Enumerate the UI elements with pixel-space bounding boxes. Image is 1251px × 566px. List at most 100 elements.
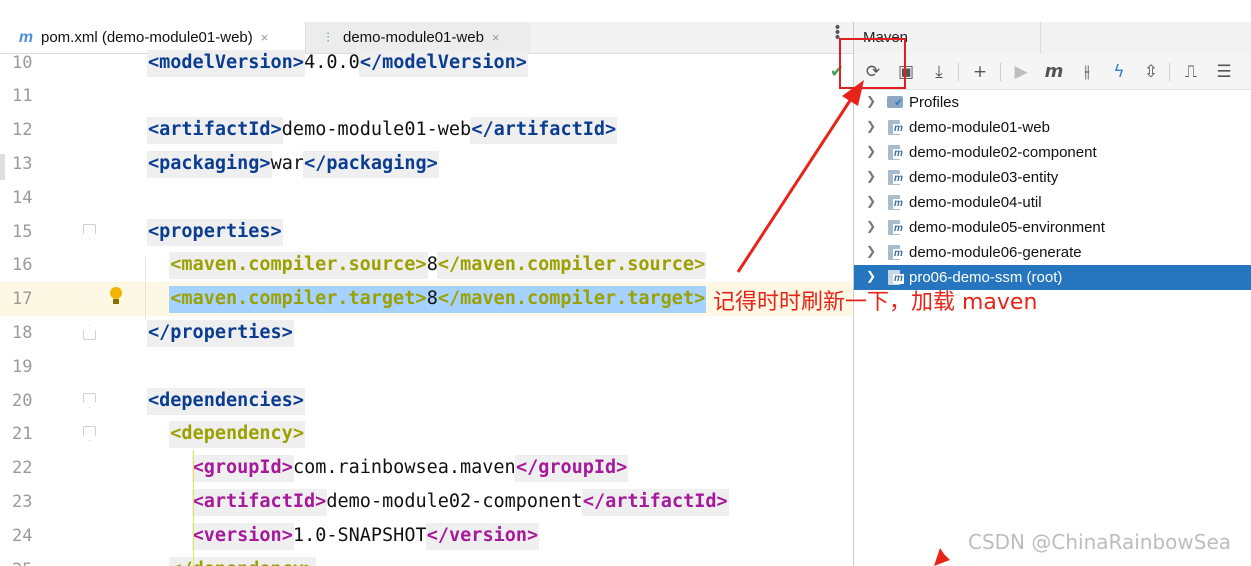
- chevron-right-icon[interactable]: ❯: [866, 244, 876, 258]
- code-line[interactable]: 23 <artifactId> demo-module02-component </a…: [0, 485, 852, 519]
- line-number: 23: [12, 492, 33, 512]
- line-number: 21: [12, 424, 33, 444]
- indent-guide: [193, 450, 194, 566]
- maven-module-icon: [886, 194, 904, 211]
- xml-value: 4.0.0: [304, 52, 360, 73]
- code-line[interactable]: 16 <maven.compiler.source> 8 </maven.compil…: [0, 248, 852, 282]
- code-line[interactable]: 12 <artifactId> demo-module01-web </artifac…: [0, 113, 852, 147]
- xml-tag: <dependencies>: [148, 390, 304, 411]
- tree-node-label: demo-module06-generate: [909, 244, 1082, 261]
- xml-tag: <maven.compiler.source>: [170, 254, 427, 275]
- tree-node-module[interactable]: ❯ demo-module06-generate: [854, 240, 1251, 265]
- xml-tag: </artifactId>: [582, 491, 728, 512]
- code-line[interactable]: 25</dependency>: [0, 553, 852, 566]
- fold-marker-icon[interactable]: [83, 224, 96, 239]
- chevron-right-icon[interactable]: ❯: [866, 194, 876, 208]
- code-line[interactable]: 21 <dependency>: [0, 417, 852, 451]
- maven-module-icon: [886, 144, 904, 161]
- indent-guide: [145, 257, 146, 319]
- xml-tag: <version>: [192, 525, 293, 546]
- chevron-right-icon[interactable]: ❯: [866, 144, 876, 158]
- toolbar-separator: [958, 63, 959, 81]
- xml-tag: <dependency>: [170, 423, 304, 444]
- xml-value: war: [270, 153, 305, 174]
- xml-tag: </groupId>: [515, 457, 628, 478]
- chevron-right-icon[interactable]: ❯: [866, 94, 876, 108]
- xml-tag: </properties>: [148, 322, 293, 343]
- xml-tag: <artifactId>: [148, 119, 282, 140]
- tree-node-module[interactable]: ❯ demo-module04-util: [854, 190, 1251, 215]
- run-icon[interactable]: ▶: [1008, 58, 1034, 86]
- tree-node-label: demo-module05-environment: [909, 219, 1105, 236]
- code-line[interactable]: 22 <groupId> com.rainbowsea.maven </groupId…: [0, 451, 852, 485]
- maven-module-icon: [886, 119, 904, 136]
- toolbar-separator: [1000, 63, 1001, 81]
- xml-value: com.rainbowsea.maven: [292, 457, 516, 478]
- chevron-right-icon[interactable]: ❯: [866, 219, 876, 233]
- tree-node-module[interactable]: ❯ demo-module05-environment: [854, 215, 1251, 240]
- analyze-dependencies-icon[interactable]: ⎍: [1178, 58, 1204, 86]
- line-number: 15: [12, 222, 33, 242]
- line-number: 17: [12, 289, 33, 309]
- tree-node-module[interactable]: ❯ demo-module02-component: [854, 140, 1251, 165]
- tree-node-label: demo-module01-web: [909, 119, 1050, 136]
- xml-tag: <maven.compiler.target>: [170, 288, 427, 309]
- line-number: 20: [12, 391, 33, 411]
- line-number: 10: [12, 53, 33, 73]
- line-number: 14: [12, 188, 33, 208]
- maven-file-icon: m: [18, 28, 34, 46]
- xml-tag: <packaging>: [148, 153, 271, 174]
- xml-tag: </version>: [426, 525, 539, 546]
- show-dependencies-icon[interactable]: ☰: [1211, 58, 1237, 86]
- tree-node-module[interactable]: ❯ demo-module01-web: [854, 115, 1251, 140]
- arrow-tip-fragment: [934, 548, 950, 566]
- code-line[interactable]: 10 <modelVersion> 4.0.0 </modelVersion>: [0, 46, 852, 80]
- xml-tag: <modelVersion>: [148, 52, 304, 73]
- xml-value: demo-module02-component: [326, 491, 583, 512]
- maven-module-icon: [886, 219, 904, 236]
- skip-tests-icon[interactable]: ϟ: [1106, 58, 1132, 86]
- chevron-right-icon[interactable]: ❯: [866, 169, 876, 183]
- highlight-box: [839, 38, 906, 89]
- download-icon[interactable]: ⤓: [926, 58, 952, 86]
- maven-module-icon: [886, 244, 904, 261]
- xml-tag: </packaging>: [304, 153, 438, 174]
- maven-toolbar: ⟳ ▣ ⤓ + ▶ m ⫲ ϟ ⇳ ⎍ ☰: [854, 54, 1251, 90]
- code-line[interactable]: 11: [0, 79, 852, 113]
- close-icon[interactable]: ×: [492, 30, 500, 45]
- tab-label: pom.xml (demo-module01-web): [41, 29, 253, 46]
- code-line[interactable]: 14: [0, 181, 852, 215]
- header-divider: [1040, 22, 1041, 54]
- toolbar-separator: [1169, 63, 1170, 81]
- maven-header: Maven: [854, 22, 1251, 54]
- xml-tag: </maven.compiler.target>: [437, 288, 706, 309]
- code-line[interactable]: 15 <properties>: [0, 215, 852, 249]
- tree-node-label: demo-module03-entity: [909, 169, 1059, 186]
- collapse-all-icon[interactable]: ⇳: [1138, 58, 1164, 86]
- fold-marker-icon[interactable]: [83, 325, 96, 340]
- tree-node-profiles[interactable]: ❯ Profiles: [854, 90, 1251, 115]
- code-line[interactable]: 24 <version> 1.0-SNAPSHOT </version>: [0, 519, 852, 553]
- close-icon[interactable]: ×: [261, 30, 269, 45]
- xml-tag: <artifactId>: [192, 491, 327, 512]
- chevron-right-icon[interactable]: ❯: [866, 269, 876, 283]
- fold-marker-icon[interactable]: [83, 393, 96, 408]
- toggle-offline-icon[interactable]: ⫲: [1074, 58, 1100, 86]
- code-line[interactable]: 19: [0, 350, 852, 384]
- line-number: 11: [12, 86, 33, 106]
- lightbulb-icon[interactable]: [108, 287, 124, 309]
- code-line[interactable]: 20 <dependencies>: [0, 384, 852, 418]
- chevron-right-icon[interactable]: ❯: [866, 119, 876, 133]
- code-line[interactable]: 18 </properties>: [0, 316, 852, 350]
- line-number: 25: [12, 553, 32, 566]
- maven-module-icon: [886, 169, 904, 186]
- line-number: 22: [12, 458, 33, 478]
- tab-label: demo-module01-web: [343, 29, 484, 46]
- tree-node-module[interactable]: ❯ demo-module03-entity: [854, 165, 1251, 190]
- fold-marker-icon[interactable]: [83, 426, 96, 441]
- execute-goal-icon[interactable]: m: [1041, 58, 1067, 86]
- add-icon[interactable]: +: [967, 58, 993, 86]
- xml-tag: <properties>: [148, 221, 282, 242]
- code-line[interactable]: 13 <packaging> war </packaging>: [0, 147, 852, 181]
- tree-node-label: Profiles: [909, 94, 960, 111]
